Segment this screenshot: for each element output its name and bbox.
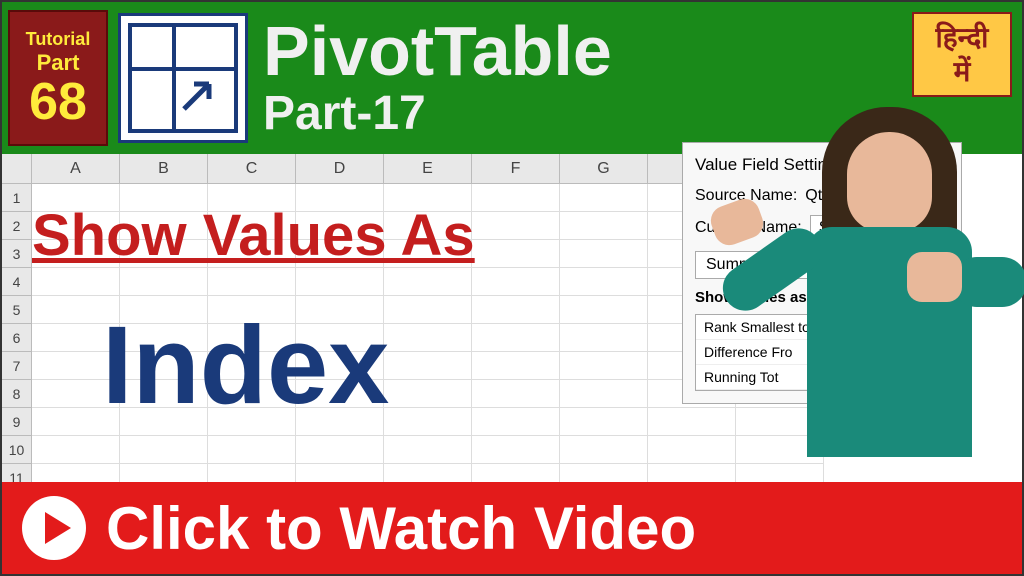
row-header: 10 <box>2 436 32 464</box>
show-values-text: Show Values As <box>32 202 475 269</box>
presenter-person <box>747 102 1017 497</box>
cta-text: Click to Watch Video <box>106 494 696 563</box>
part-number: 68 <box>29 76 87 128</box>
row-header: 1 <box>2 184 32 212</box>
row-header: 2 <box>2 212 32 240</box>
row-header: 3 <box>2 240 32 268</box>
sheet-corner <box>2 154 32 184</box>
cta-bar[interactable]: Click to Watch Video <box>2 482 1022 574</box>
row-header: 8 <box>2 380 32 408</box>
tutorial-badge: Tutorial Part 68 <box>8 10 108 146</box>
column-header: E <box>384 154 472 184</box>
pivot-table-icon <box>118 13 248 143</box>
column-header: F <box>472 154 560 184</box>
row-header: 5 <box>2 296 32 324</box>
column-header: C <box>208 154 296 184</box>
play-button-icon[interactable] <box>22 496 86 560</box>
column-header: G <box>560 154 648 184</box>
row-header: 9 <box>2 408 32 436</box>
index-text: Index <box>102 302 389 429</box>
main-title: PivotTable <box>263 16 1016 86</box>
row-header: 7 <box>2 352 32 380</box>
hindi-badge: हिन्दी में <box>912 12 1012 97</box>
thumbnail-container: Tutorial Part 68 PivotTable Part-17 हिन्… <box>0 0 1024 576</box>
column-header: A <box>32 154 120 184</box>
row-header: 4 <box>2 268 32 296</box>
row-header: 6 <box>2 324 32 352</box>
part-label: Part <box>37 50 80 76</box>
hindi-line1: हिन्दी <box>936 21 989 55</box>
column-header: B <box>120 154 208 184</box>
tutorial-label: Tutorial <box>26 29 91 50</box>
row-headers: 123456789101112 <box>2 184 32 484</box>
hindi-line2: में <box>954 55 971 89</box>
column-header: D <box>296 154 384 184</box>
